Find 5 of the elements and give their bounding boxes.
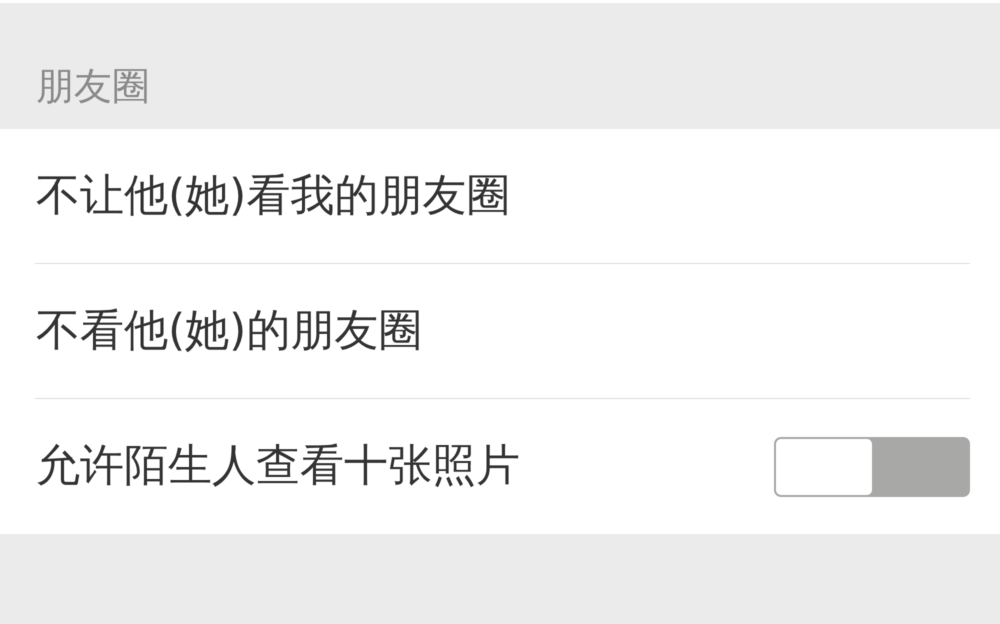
- setting-label: 允许陌生人查看十张照片: [36, 442, 520, 491]
- setting-label[interactable]: 不看他(她)的朋友圈: [36, 306, 422, 356]
- section-header: 朋友圈: [36, 64, 150, 108]
- setting-label[interactable]: 不让他(她)看我的朋友圈: [36, 172, 510, 220]
- toggle-switch[interactable]: [774, 436, 970, 496]
